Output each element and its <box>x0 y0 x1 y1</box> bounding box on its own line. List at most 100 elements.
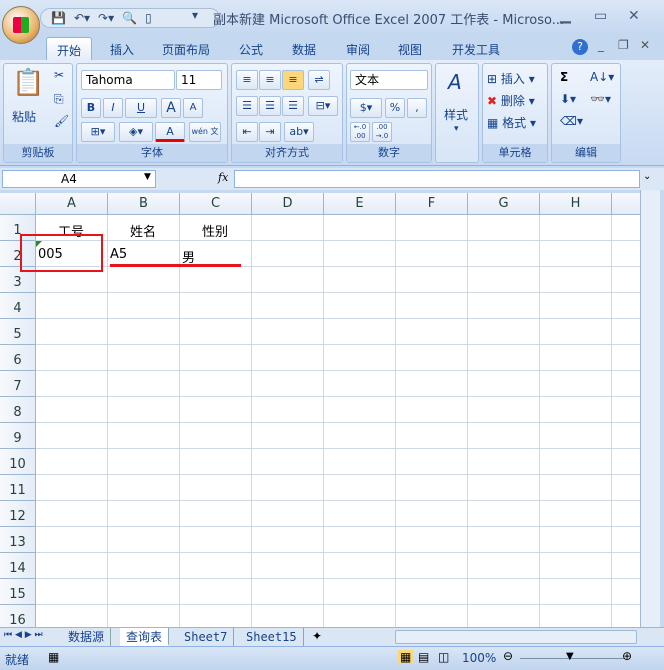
tab-review[interactable]: 审阅 <box>336 37 380 60</box>
clear-icon[interactable]: ⌫▾ <box>560 114 583 128</box>
tab-view[interactable]: 视图 <box>388 37 432 60</box>
sort-filter-icon[interactable]: A↓▾ <box>590 70 614 84</box>
delete-cells-button[interactable]: ✖ 删除 ▾ <box>487 92 535 109</box>
cell-C1[interactable]: 性别 <box>202 221 228 240</box>
sheet-tab[interactable]: Sheet7 <box>178 628 235 646</box>
undo-icon[interactable]: ↶▾ <box>74 11 90 25</box>
column-header[interactable]: B <box>108 193 180 215</box>
percent-button[interactable]: % <box>385 98 405 118</box>
tab-developer[interactable]: 开发工具 <box>442 37 510 60</box>
fill-icon[interactable]: ⬇▾ <box>560 92 576 106</box>
tab-data[interactable]: 数据 <box>282 37 326 60</box>
row-header[interactable]: 4 <box>0 293 36 319</box>
align-top-icon[interactable]: ≡ <box>236 70 258 90</box>
row-header[interactable]: 15 <box>0 579 36 605</box>
format-cells-button[interactable]: ▦ 格式 ▾ <box>487 114 536 131</box>
horizontal-scrollbar[interactable] <box>395 630 637 644</box>
format-painter-icon[interactable]: 🖌 <box>54 114 69 128</box>
underline-button[interactable]: U <box>125 98 157 118</box>
styles-icon[interactable]: A <box>448 70 462 94</box>
insert-sheet-icon[interactable]: ✦ <box>312 629 322 643</box>
column-header[interactable]: G <box>468 193 540 215</box>
increase-indent-icon[interactable]: ⇥ <box>259 122 281 142</box>
row-header[interactable]: 16 <box>0 605 36 627</box>
macro-record-icon[interactable]: ▦ <box>48 650 59 664</box>
decrease-indent-icon[interactable]: ⇤ <box>236 122 258 142</box>
row-header[interactable]: 10 <box>0 449 36 475</box>
chevron-down-icon[interactable]: ▼ <box>144 172 151 182</box>
zoom-out-icon[interactable]: ⊖ <box>503 649 513 663</box>
normal-view-icon[interactable]: ▦ <box>398 650 414 664</box>
column-header[interactable]: F <box>396 193 468 215</box>
paste-button[interactable]: 粘贴 <box>12 108 36 125</box>
font-name-select[interactable]: Tahoma <box>81 70 175 90</box>
align-right-icon[interactable]: ☰ <box>282 96 304 116</box>
align-bottom-icon[interactable]: ≡ <box>282 70 304 90</box>
decrease-decimal-button[interactable]: .00 →.0 <box>372 122 392 142</box>
row-header[interactable]: 11 <box>0 475 36 501</box>
cell-B1[interactable]: 姓名 <box>130 221 156 240</box>
increase-decimal-button[interactable]: ←.0 .00 <box>350 122 370 142</box>
fill-color-icon[interactable]: ◈▾ <box>119 122 153 142</box>
workbook-minimize-icon[interactable]: _ <box>598 38 604 52</box>
grow-font-button[interactable]: A <box>161 98 181 118</box>
shrink-font-button[interactable]: A <box>183 98 203 118</box>
tab-home[interactable]: 开始 <box>46 37 93 60</box>
vertical-scrollbar[interactable] <box>640 190 660 627</box>
minimize-icon[interactable]: ▁ <box>560 8 571 24</box>
select-all-corner[interactable] <box>0 193 36 215</box>
copy-icon[interactable]: ⎘ <box>54 92 64 107</box>
name-box[interactable]: A4 <box>2 170 156 188</box>
page-layout-view-icon[interactable]: ▤ <box>418 650 429 664</box>
save-icon[interactable]: 💾 <box>51 11 66 25</box>
find-select-icon[interactable]: 👓▾ <box>590 92 611 106</box>
row-header[interactable]: 6 <box>0 345 36 371</box>
sheet-nav-icons[interactable]: ⏮ ◀ ▶ ⏭ <box>4 630 43 640</box>
office-button[interactable] <box>2 6 40 44</box>
sheet-tab[interactable]: Sheet15 <box>240 628 304 646</box>
row-header[interactable]: 13 <box>0 527 36 553</box>
zoom-in-icon[interactable]: ⊕ <box>622 649 632 663</box>
tab-formulas[interactable]: 公式 <box>229 37 273 60</box>
zoom-level[interactable]: 100% <box>462 651 496 665</box>
align-left-icon[interactable]: ☰ <box>236 96 258 116</box>
orientation-icon[interactable]: ab▾ <box>284 122 314 142</box>
page-break-view-icon[interactable]: ◫ <box>438 650 449 664</box>
formula-input[interactable] <box>234 170 640 188</box>
column-header[interactable]: E <box>324 193 396 215</box>
workbook-restore-icon[interactable]: ❐ <box>618 38 629 52</box>
column-header[interactable] <box>612 193 640 215</box>
sheet-tab[interactable]: 查询表 <box>120 628 170 646</box>
tab-page-layout[interactable]: 页面布局 <box>152 37 220 60</box>
number-format-select[interactable]: 文本 <box>350 70 428 90</box>
merge-center-icon[interactable]: ⊟▾ <box>308 96 338 116</box>
insert-cells-button[interactable]: ⊞ 插入 ▾ <box>487 70 535 87</box>
print-preview-icon[interactable]: 🔍 <box>122 11 137 25</box>
insert-function-button[interactable]: fx <box>218 171 228 184</box>
row-header[interactable]: 14 <box>0 553 36 579</box>
cut-icon[interactable]: ✂ <box>54 68 64 82</box>
autosum-button[interactable]: Σ <box>560 70 568 84</box>
wrap-text-icon[interactable]: ⇌ <box>308 70 330 90</box>
column-header[interactable]: H <box>540 193 612 215</box>
paste-icon[interactable]: 📋 <box>12 68 44 98</box>
tab-insert[interactable]: 插入 <box>100 37 144 60</box>
font-size-select[interactable]: 11 <box>176 70 222 90</box>
column-header[interactable]: C <box>180 193 252 215</box>
row-header[interactable]: 9 <box>0 423 36 449</box>
styles-button[interactable]: 样式 <box>444 106 468 123</box>
comma-button[interactable]: , <box>407 98 427 118</box>
align-center-icon[interactable]: ☰ <box>259 96 281 116</box>
zoom-slider-thumb[interactable]: ▼ <box>566 651 574 662</box>
row-header[interactable]: 12 <box>0 501 36 527</box>
customize-qat-icon[interactable]: ▾ <box>192 8 198 22</box>
borders-icon[interactable]: ⊞▾ <box>81 122 115 142</box>
bold-button[interactable]: B <box>81 98 101 118</box>
maximize-icon[interactable]: ▭ <box>594 8 607 24</box>
italic-button[interactable]: I <box>103 98 123 118</box>
column-header[interactable]: D <box>252 193 324 215</box>
redo-icon[interactable]: ↷▾ <box>98 11 114 25</box>
new-icon[interactable]: ▯ <box>145 11 152 25</box>
align-middle-icon[interactable]: ≡ <box>259 70 281 90</box>
cell-B2[interactable]: A5 <box>110 247 127 262</box>
